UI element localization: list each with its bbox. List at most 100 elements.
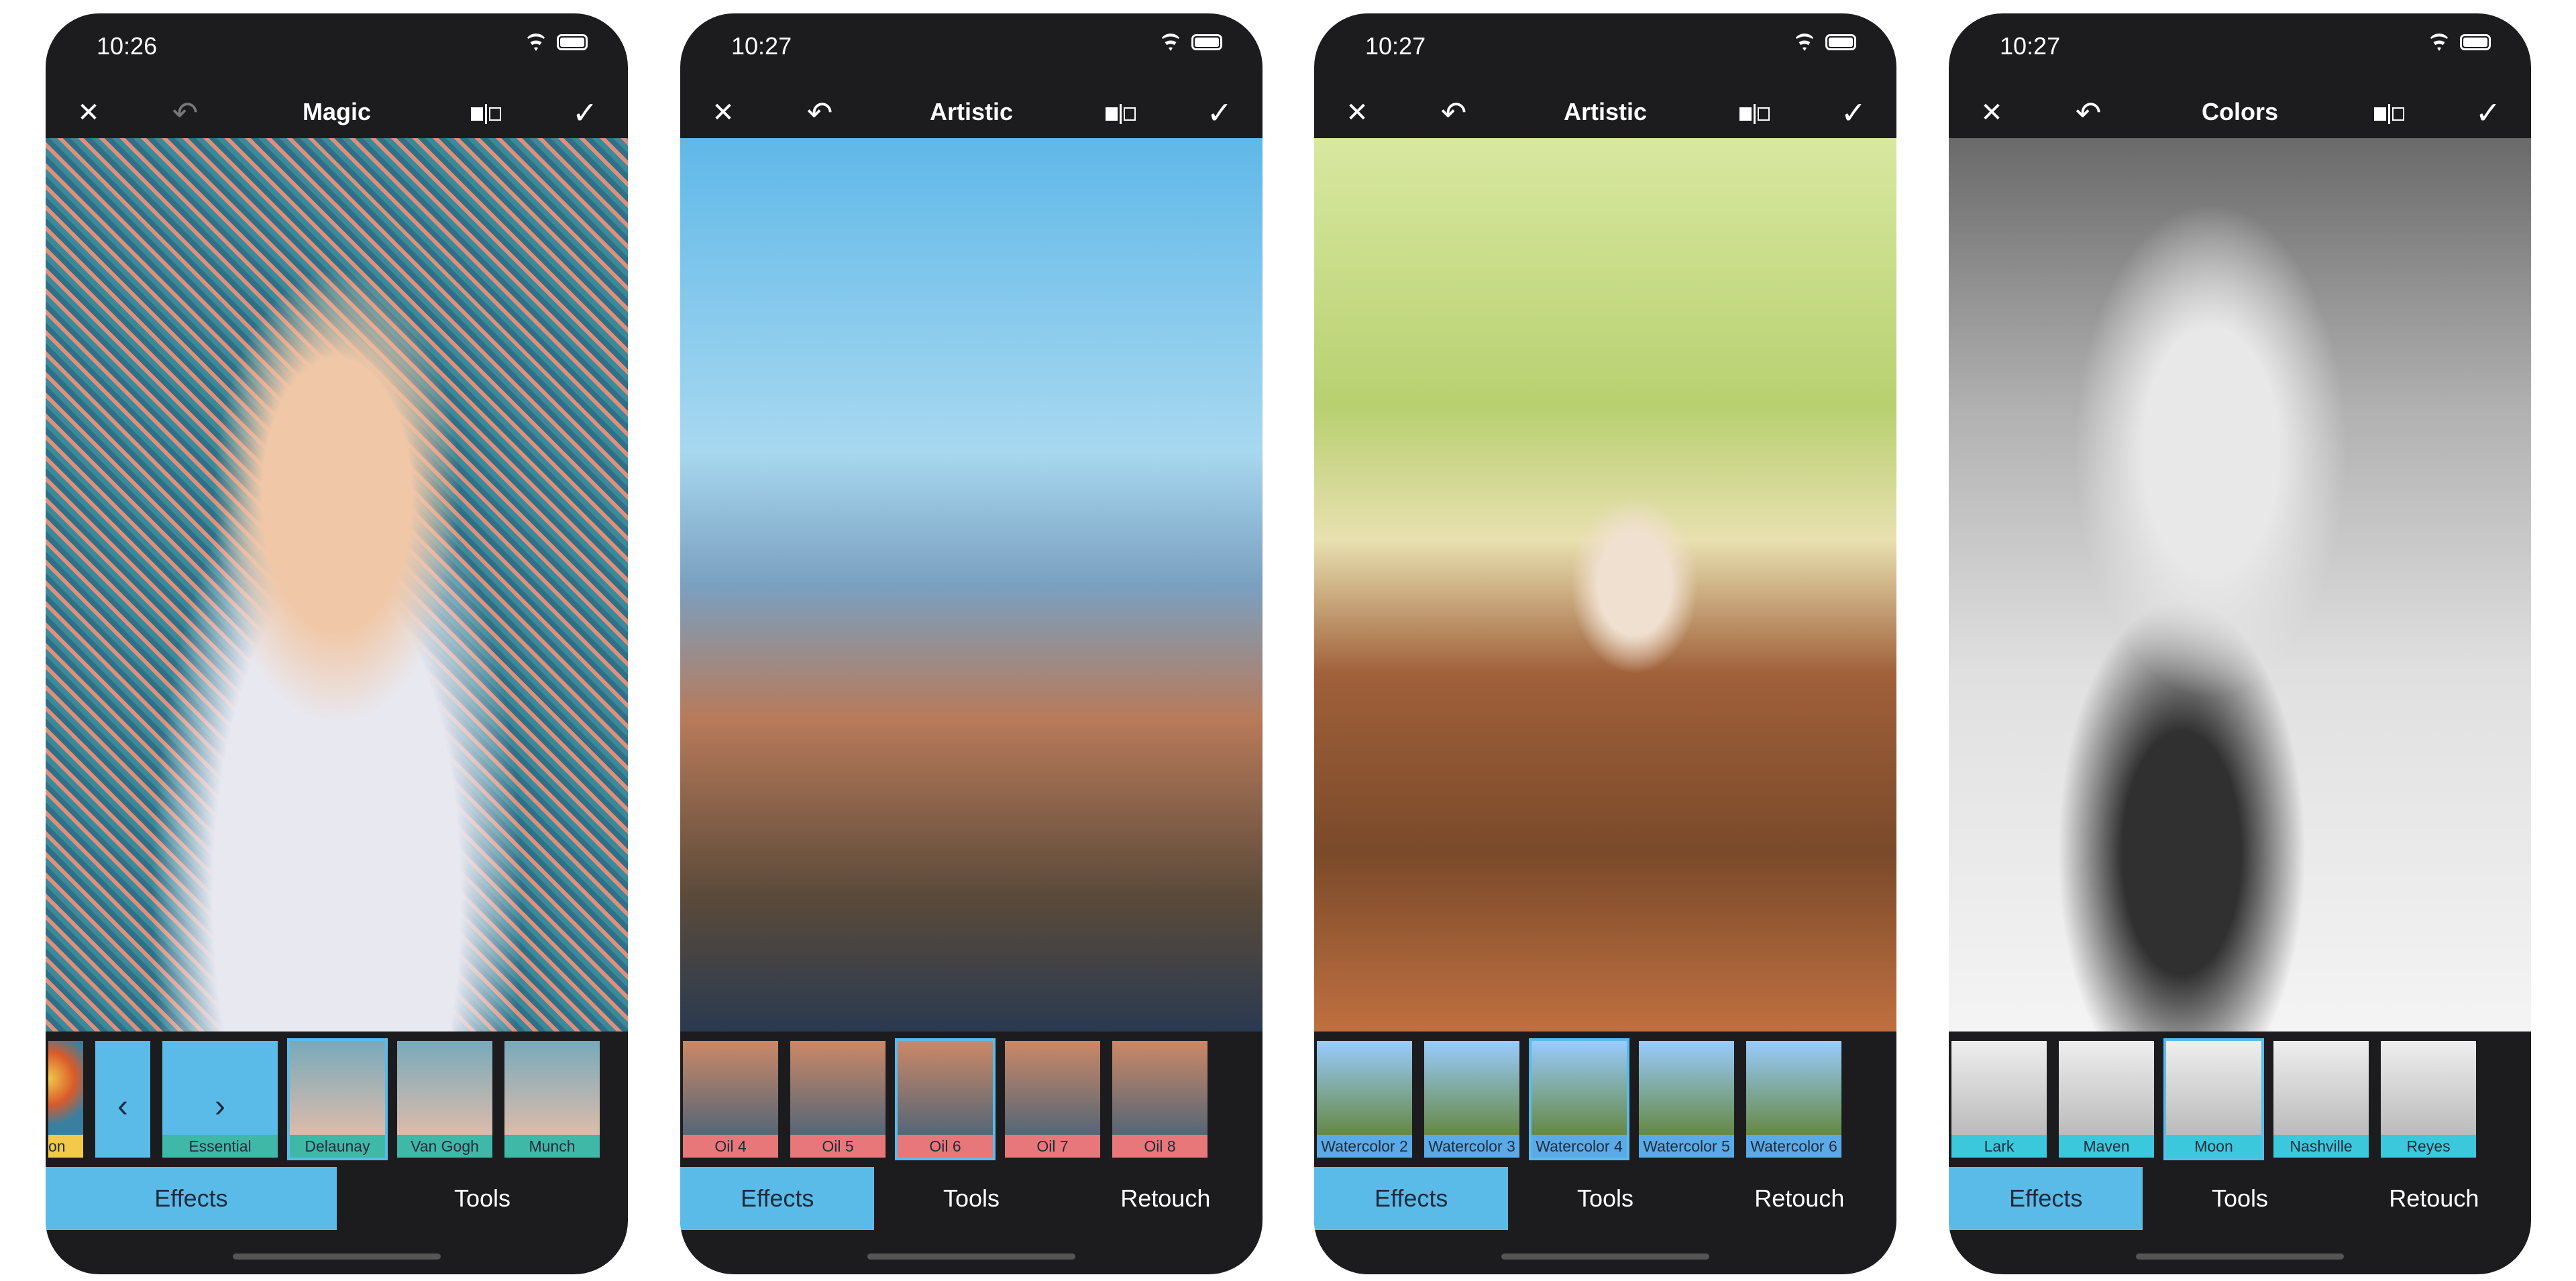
tab-tools[interactable]: Tools [337, 1167, 628, 1230]
status-bar: 10:27 [1314, 13, 1896, 87]
effect-thumbnail[interactable]: Reyes [2378, 1038, 2479, 1160]
status-bar: 10:27 [1949, 13, 2531, 87]
compare-button[interactable] [2374, 104, 2412, 124]
effect-thumbnail[interactable]: Lark [1949, 1038, 2049, 1160]
thumbnail-label: on [48, 1135, 83, 1158]
effects-strip[interactable]: Watercolor 2 Watercolor 3 Watercolor 4 Wate… [1314, 1038, 1896, 1160]
editor-toolbar: ✕ ↶ Colors ✓ [1949, 87, 2531, 138]
tab-retouch[interactable]: Retouch [1703, 1167, 1896, 1230]
status-icons [1793, 34, 1856, 51]
tab-effects[interactable]: Effects [1314, 1167, 1509, 1230]
apply-checkmark-button[interactable]: ✓ [2469, 94, 2507, 131]
edited-photo [46, 138, 628, 1032]
phone-screen: 10:27 ✕ ↶ Artistic ✓ Oil 4 Oil 5 Oil 6 Oil 7 Oil … [680, 13, 1263, 1274]
phone-screen: 10:27 ✕ ↶ Artistic ✓ Watercolor 2 Watercolor 3… [1314, 13, 1896, 1274]
effect-thumbnail[interactable]: Watercolor 4 [1529, 1038, 1629, 1160]
effect-thumbnail[interactable]: › Essential [160, 1038, 280, 1160]
apply-checkmark-button[interactable]: ✓ [566, 94, 604, 131]
edited-photo [680, 138, 1263, 1032]
compare-button[interactable] [1739, 104, 1777, 124]
bottom-tabs: Effects Tools Retouch [680, 1167, 1263, 1230]
thumbnail-image [2166, 1041, 2261, 1135]
thumbnail-image [790, 1041, 885, 1135]
effect-thumbnail[interactable]: Oil 7 [1002, 1038, 1103, 1160]
effect-thumbnail[interactable]: Watercolor 3 [1421, 1038, 1522, 1160]
effects-strip[interactable]: Lark Maven Moon Nashville Reyes [1949, 1038, 2531, 1160]
effect-thumbnail[interactable]: Watercolor 5 [1636, 1038, 1737, 1160]
thumbnail-image [1005, 1041, 1100, 1135]
bottom-tabs: Effects Tools [46, 1167, 628, 1230]
tab-tools[interactable]: Tools [1508, 1167, 1702, 1230]
tab-tools[interactable]: Tools [874, 1167, 1068, 1230]
editor-title: Artistic [929, 98, 1014, 125]
thumbnail-image [1112, 1041, 1208, 1135]
effect-thumbnail[interactable]: Watercolor 2 [1314, 1038, 1415, 1160]
thumbnail-label: Moon [2166, 1135, 2261, 1158]
thumbnail-image [290, 1041, 385, 1135]
edited-photo [1949, 138, 2531, 1032]
thumbnail-label: Watercolor 2 [1317, 1135, 1412, 1158]
home-indicator [2136, 1254, 2344, 1260]
thumbnail-label: Oil 6 [898, 1135, 993, 1158]
tab-retouch[interactable]: Retouch [2337, 1167, 2531, 1230]
thumbnail-image [2273, 1041, 2369, 1135]
thumbnail-label: Watercolor 5 [1639, 1135, 1734, 1158]
wifi-icon [1159, 34, 1182, 51]
effects-strip[interactable]: Oil 4 Oil 5 Oil 6 Oil 7 Oil 8 [680, 1038, 1263, 1160]
apply-checkmark-button[interactable]: ✓ [1835, 94, 1872, 131]
effect-thumbnail[interactable]: ‹ [93, 1038, 153, 1160]
status-icons [2428, 34, 2491, 51]
compare-button[interactable] [1106, 104, 1143, 124]
tab-tools[interactable]: Tools [2143, 1167, 2337, 1230]
effect-thumbnail[interactable]: Van Gogh [394, 1038, 495, 1160]
thumbnail-label: Maven [2059, 1135, 2154, 1158]
thumbnail-image [1639, 1041, 1734, 1135]
thumbnail-label: Oil 5 [790, 1135, 885, 1158]
chevron-right-icon[interactable]: › [162, 1088, 278, 1125]
battery-icon [557, 34, 588, 50]
thumbnail-image [48, 1041, 83, 1135]
effect-thumbnail[interactable]: Oil 4 [680, 1038, 781, 1160]
thumbnail-label: Lark [1951, 1135, 2047, 1158]
thumbnail-image [2381, 1041, 2476, 1135]
thumbnail-image [1424, 1041, 1519, 1135]
effect-thumbnail[interactable]: Oil 5 [788, 1038, 888, 1160]
editor-title: Colors [2201, 98, 2278, 125]
effect-thumbnail[interactable]: Munch [502, 1038, 602, 1160]
status-bar: 10:27 [680, 13, 1263, 87]
effect-thumbnail[interactable]: Delaunay [287, 1038, 388, 1160]
editor-toolbar: ✕ ↶ Artistic ✓ [680, 87, 1263, 138]
effect-thumbnail[interactable]: Oil 6 [895, 1038, 996, 1160]
thumbnail-label: Oil 8 [1112, 1135, 1208, 1158]
effects-strip[interactable]: on ‹ › Essential Delaunay Van Gogh Munch [46, 1038, 628, 1160]
thumbnail-image [898, 1041, 993, 1135]
home-indicator [1501, 1254, 1709, 1260]
thumbnail-image [1746, 1041, 1841, 1135]
compare-button[interactable] [471, 104, 508, 124]
battery-icon [2460, 34, 2491, 50]
effect-thumbnail[interactable]: Nashville [2271, 1038, 2371, 1160]
thumbnail-image [2059, 1041, 2154, 1135]
effect-thumbnail[interactable]: Oil 8 [1110, 1038, 1210, 1160]
thumbnail-label: Watercolor 6 [1746, 1135, 1841, 1158]
home-indicator [867, 1254, 1075, 1260]
thumbnail-label: Oil 7 [1005, 1135, 1100, 1158]
effect-thumbnail[interactable]: Watercolor 6 [1743, 1038, 1844, 1160]
phone-screen: 10:27 ✕ ↶ Colors ✓ Lark Maven Moon Nashville Reye… [1949, 13, 2531, 1274]
tab-effects[interactable]: Effects [680, 1167, 875, 1230]
tab-retouch[interactable]: Retouch [1069, 1167, 1263, 1230]
battery-icon [1825, 34, 1856, 50]
editor-title: Magic [302, 98, 372, 125]
tab-effects[interactable]: Effects [1949, 1167, 2143, 1230]
effect-thumbnail[interactable]: Maven [2056, 1038, 2157, 1160]
chevron-left-icon[interactable]: ‹ [95, 1088, 150, 1125]
thumbnail-image [1317, 1041, 1412, 1135]
tab-effects[interactable]: Effects [46, 1167, 337, 1230]
effect-thumbnail[interactable]: Moon [2163, 1038, 2264, 1160]
apply-checkmark-button[interactable]: ✓ [1201, 94, 1238, 131]
effect-thumbnail[interactable]: on [46, 1038, 86, 1160]
thumbnail-label: Essential [162, 1135, 278, 1158]
status-time: 10:26 [97, 32, 158, 60]
battery-icon [1191, 34, 1222, 50]
thumbnail-image [683, 1041, 778, 1135]
